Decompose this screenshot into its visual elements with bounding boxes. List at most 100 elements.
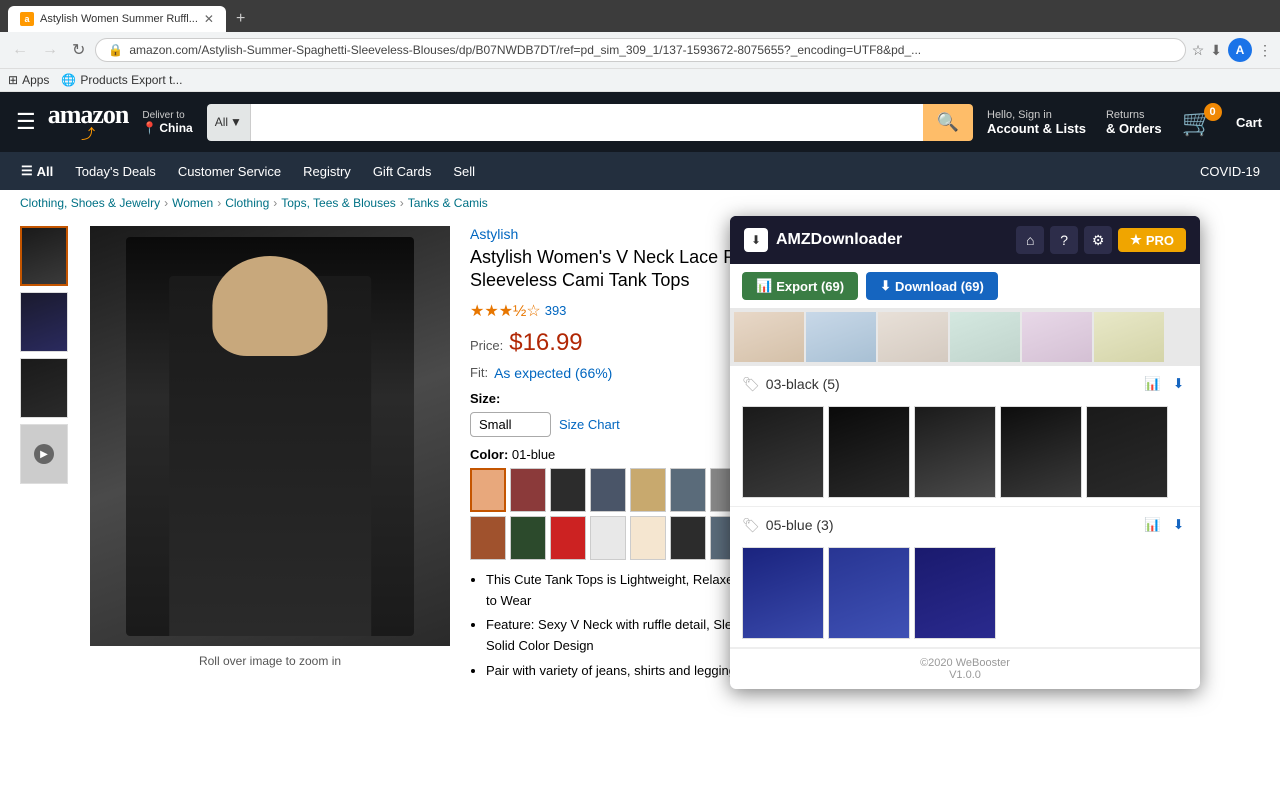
- search-button[interactable]: 🔍: [923, 104, 973, 141]
- swatch-01[interactable]: [470, 468, 506, 512]
- fit-value[interactable]: As expected (66%): [494, 365, 612, 381]
- stars-display: ★★★½☆: [470, 301, 541, 321]
- main-product-image[interactable]: [90, 226, 450, 646]
- breadcrumb-clothing[interactable]: Clothing: [225, 196, 269, 210]
- swatch-05[interactable]: [630, 468, 666, 512]
- strip-img-6[interactable]: [1094, 312, 1164, 362]
- breadcrumb-tops-tees[interactable]: Tops, Tees & Blouses: [281, 196, 396, 210]
- black-img-1[interactable]: [742, 406, 824, 498]
- strip-img-5[interactable]: [1022, 312, 1092, 362]
- address-bar[interactable]: 🔒 amazon.com/Astylish-Summer-Spaghetti-S…: [95, 38, 1185, 62]
- bookmark-btn[interactable]: ☆: [1192, 42, 1205, 59]
- strip-img-1[interactable]: [734, 312, 804, 362]
- bookmark-icon: 🌐: [61, 73, 76, 87]
- search-input[interactable]: [251, 104, 923, 141]
- breadcrumb-women[interactable]: Women: [172, 196, 213, 210]
- breadcrumb-clothing-shoes[interactable]: Clothing, Shoes & Jewelry: [20, 196, 160, 210]
- amz-section-blue: 🏷 05-blue (3) 📊 ⬇: [730, 507, 1200, 648]
- amz-popup-content: 🏷 03-black (5) 📊 ⬇: [730, 308, 1200, 689]
- amz-blue-images-grid: [730, 543, 1200, 647]
- swatch-13[interactable]: [590, 516, 626, 560]
- swatch-15[interactable]: [670, 516, 706, 560]
- blue-img-3[interactable]: [914, 547, 996, 639]
- amz-popup-logo: ⬇ AMZDownloader: [744, 228, 902, 252]
- price-label: Price:: [470, 338, 503, 353]
- active-tab[interactable]: a Astylish Women Summer Ruffl... ✕: [8, 6, 226, 32]
- amz-black-images-grid: [730, 402, 1200, 506]
- account-menu[interactable]: Hello, Sign in Account & Lists: [981, 105, 1092, 140]
- blue-img-1[interactable]: [742, 547, 824, 639]
- review-count[interactable]: 393: [545, 303, 567, 318]
- search-category-dropdown[interactable]: All ▼: [207, 104, 251, 141]
- amz-section-header-blue: 🏷 05-blue (3) 📊 ⬇: [730, 507, 1200, 543]
- bookmarks-products-export[interactable]: 🌐 Products Export t...: [61, 73, 182, 87]
- forward-btn[interactable]: →: [38, 39, 62, 61]
- hamburger-menu[interactable]: ☰: [12, 105, 40, 139]
- strip-img-2[interactable]: [806, 312, 876, 362]
- size-chart-link[interactable]: Size Chart: [559, 417, 620, 432]
- thumbnail-2[interactable]: [20, 292, 68, 352]
- size-selector[interactable]: Small Medium Large X-Large: [470, 412, 551, 437]
- brand-link[interactable]: Astylish: [470, 226, 518, 242]
- fit-label: Fit:: [470, 365, 488, 380]
- swatch-03[interactable]: [550, 468, 586, 512]
- swatch-02[interactable]: [510, 468, 546, 512]
- menu-btn[interactable]: ⋮: [1258, 42, 1272, 59]
- strip-img-3[interactable]: [878, 312, 948, 362]
- bookmarks-apps[interactable]: ⊞ Apps: [8, 73, 49, 87]
- amz-download-btn[interactable]: ⬇ Download (69): [866, 272, 998, 300]
- swatch-04[interactable]: [590, 468, 626, 512]
- amz-pro-btn[interactable]: ★ PRO: [1118, 228, 1186, 252]
- swatch-10[interactable]: [470, 516, 506, 560]
- cart-btn[interactable]: 🛒 0 Cart: [1176, 103, 1268, 142]
- star-icon: ★: [1130, 232, 1142, 248]
- nav-registry[interactable]: Registry: [292, 157, 362, 186]
- amz-settings-btn[interactable]: ⚙: [1084, 226, 1112, 254]
- black-img-5[interactable]: [1086, 406, 1168, 498]
- refresh-btn[interactable]: ↻: [68, 38, 89, 62]
- nav-gift-cards[interactable]: Gift Cards: [362, 157, 443, 186]
- amz-home-btn[interactable]: ⌂: [1016, 226, 1044, 254]
- download-black[interactable]: ⬇: [1169, 374, 1188, 394]
- profile-avatar[interactable]: A: [1228, 38, 1252, 62]
- amazon-logo[interactable]: amazon ⤴: [48, 100, 129, 144]
- swatch-12[interactable]: [550, 516, 586, 560]
- nav-covid[interactable]: COVID-19: [1190, 158, 1270, 185]
- blue-img-2[interactable]: [828, 547, 910, 639]
- excel-icon: 📊: [756, 278, 772, 294]
- zoom-hint: Roll over image to zoom in: [90, 654, 450, 668]
- thumbnail-3[interactable]: [20, 358, 68, 418]
- returns-menu[interactable]: Returns & Orders: [1100, 105, 1168, 140]
- nav-all[interactable]: ☰ All: [10, 156, 64, 186]
- thumbnail-video[interactable]: ▶: [20, 424, 68, 484]
- breadcrumb-tanks-camis[interactable]: Tanks & Camis: [408, 196, 488, 210]
- download-icon: ⬇: [880, 278, 891, 294]
- search-bar: All ▼ 🔍: [207, 104, 973, 141]
- main-content: ▶ Roll over image to zoom in Astylish As…: [0, 216, 1280, 702]
- new-tab-btn[interactable]: +: [228, 6, 253, 32]
- amz-export-btn[interactable]: 📊 Export (69): [742, 272, 858, 300]
- excel-export-black[interactable]: 📊: [1140, 374, 1165, 394]
- amz-section-title-blue: 🏷 05-blue (3): [742, 517, 833, 534]
- back-btn[interactable]: ←: [8, 39, 32, 61]
- excel-export-blue[interactable]: 📊: [1140, 515, 1165, 535]
- download-btn[interactable]: ⬇: [1210, 42, 1222, 59]
- nav-customer-service[interactable]: Customer Service: [167, 157, 292, 186]
- black-img-2[interactable]: [828, 406, 910, 498]
- black-img-4[interactable]: [1000, 406, 1082, 498]
- black-img-3[interactable]: [914, 406, 996, 498]
- deliver-to[interactable]: Deliver to 📍 China: [136, 106, 198, 139]
- strip-img-4[interactable]: [950, 312, 1020, 362]
- lock-icon: 🔒: [108, 43, 123, 57]
- swatch-14[interactable]: [630, 516, 666, 560]
- amz-popup-actions: ⌂ ? ⚙ ★ PRO: [1016, 226, 1186, 254]
- thumbnail-1[interactable]: [20, 226, 68, 286]
- tab-close-btn[interactable]: ✕: [204, 12, 214, 26]
- amz-help-btn[interactable]: ?: [1050, 226, 1078, 254]
- swatch-06[interactable]: [670, 468, 706, 512]
- account-label-bottom: Account & Lists: [987, 121, 1086, 136]
- swatch-11[interactable]: [510, 516, 546, 560]
- download-blue[interactable]: ⬇: [1169, 515, 1188, 535]
- nav-todays-deals[interactable]: Today's Deals: [64, 157, 167, 186]
- nav-sell[interactable]: Sell: [442, 157, 486, 186]
